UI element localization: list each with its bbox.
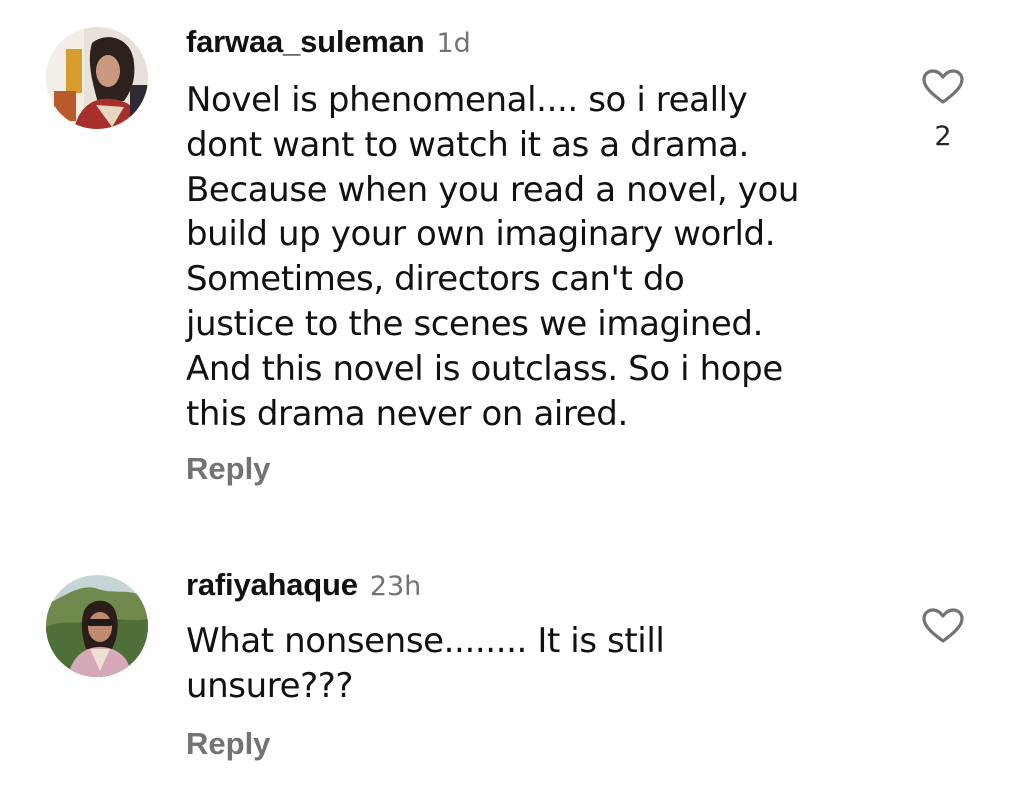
avatar[interactable] [46, 575, 148, 677]
comment-header: farwaa_suleman 1d [186, 24, 471, 60]
avatar[interactable] [46, 27, 148, 129]
comment-header: rafiyahaque 23h [186, 567, 421, 603]
timestamp: 1d [436, 28, 471, 59]
timestamp: 23h [369, 571, 422, 602]
like-count: 2 [934, 121, 952, 152]
comment-text: Novel is phenomenal.... so i really dont… [186, 80, 800, 434]
comment-item: farwaa_suleman 1d Novel is phenomenal...… [0, 0, 1024, 520]
like-button[interactable] [918, 606, 968, 644]
username[interactable]: rafiyahaque [186, 567, 358, 603]
heart-outline-icon [918, 606, 968, 644]
reply-button[interactable]: Reply [186, 726, 270, 762]
comment-item: rafiyahaque 23h What nonsense........ It… [0, 520, 1024, 798]
like-button[interactable]: 2 [918, 67, 968, 152]
heart-outline-icon [918, 67, 968, 105]
comment-text: What nonsense........ It is still unsure… [186, 621, 665, 706]
reply-button[interactable]: Reply [186, 451, 270, 487]
username[interactable]: farwaa_suleman [186, 24, 425, 60]
